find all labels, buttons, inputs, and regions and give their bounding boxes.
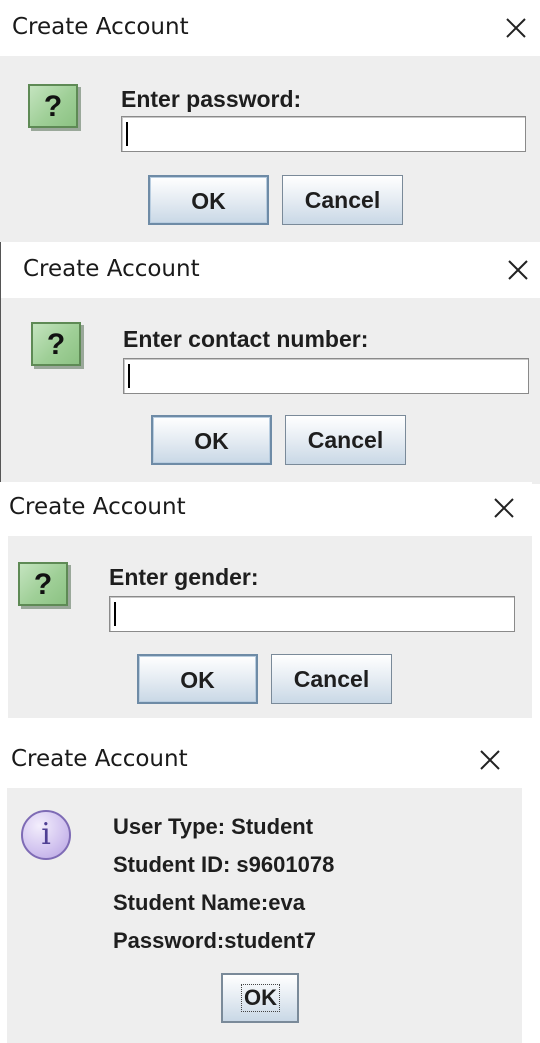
account-info-dialog: Create Account i User Type: Student Stud… xyxy=(0,732,522,1043)
prompt-label: Enter contact number: xyxy=(123,326,369,352)
password-dialog: Create Account ? Enter password: OK Canc… xyxy=(0,0,540,242)
cancel-button[interactable]: Cancel xyxy=(271,654,392,704)
dialog-body: ? Enter password: OK Cancel xyxy=(0,56,540,242)
prompt-label: Enter password: xyxy=(121,86,302,112)
close-icon xyxy=(506,18,526,38)
text-caret xyxy=(126,122,128,146)
ok-button[interactable]: OK xyxy=(148,175,269,225)
dialog-body: ? Enter contact number: OK Cancel xyxy=(1,298,540,484)
titlebar: Create Account xyxy=(0,732,522,788)
question-icon: ? xyxy=(18,562,68,606)
ok-button-label: OK xyxy=(241,984,280,1012)
titlebar: Create Account xyxy=(0,0,540,56)
user-type-text: User Type: Student xyxy=(113,814,314,839)
window-title: Create Account xyxy=(12,14,189,40)
contact-number-dialog: Create Account ? Enter contact number: O… xyxy=(0,242,540,484)
close-icon xyxy=(480,750,500,770)
window-title: Create Account xyxy=(9,494,186,520)
titlebar: Create Account xyxy=(1,242,540,298)
prompt-label: Enter gender: xyxy=(109,564,259,590)
cancel-button[interactable]: Cancel xyxy=(285,415,406,465)
titlebar: Create Account xyxy=(0,482,532,536)
window-title: Create Account xyxy=(11,746,188,772)
window-title: Create Account xyxy=(23,256,200,282)
question-icon: ? xyxy=(31,322,81,366)
gender-input[interactable] xyxy=(109,596,515,632)
ok-button[interactable]: OK xyxy=(221,973,299,1023)
dialog-body: i User Type: Student Student ID: s960107… xyxy=(7,788,522,1043)
password-input[interactable] xyxy=(121,116,526,152)
text-caret xyxy=(114,602,116,626)
student-name-text: Student Name:eva xyxy=(113,890,305,915)
password-text: Password:student7 xyxy=(113,928,316,953)
close-icon xyxy=(508,260,528,280)
question-icon: ? xyxy=(28,84,78,128)
student-id-text: Student ID: s9601078 xyxy=(113,852,335,877)
close-icon xyxy=(494,498,514,518)
ok-button[interactable]: OK xyxy=(137,654,258,704)
contact-number-input[interactable] xyxy=(123,358,529,394)
close-button[interactable] xyxy=(476,746,504,774)
ok-button[interactable]: OK xyxy=(151,415,272,465)
close-button[interactable] xyxy=(502,14,530,42)
text-caret xyxy=(128,364,130,388)
gender-dialog: Create Account ? Enter gender: OK Cancel xyxy=(0,482,532,718)
close-button[interactable] xyxy=(490,494,518,522)
close-button[interactable] xyxy=(504,256,532,284)
information-icon: i xyxy=(21,810,71,860)
dialog-body: ? Enter gender: OK Cancel xyxy=(8,536,532,718)
cancel-button[interactable]: Cancel xyxy=(282,175,403,225)
